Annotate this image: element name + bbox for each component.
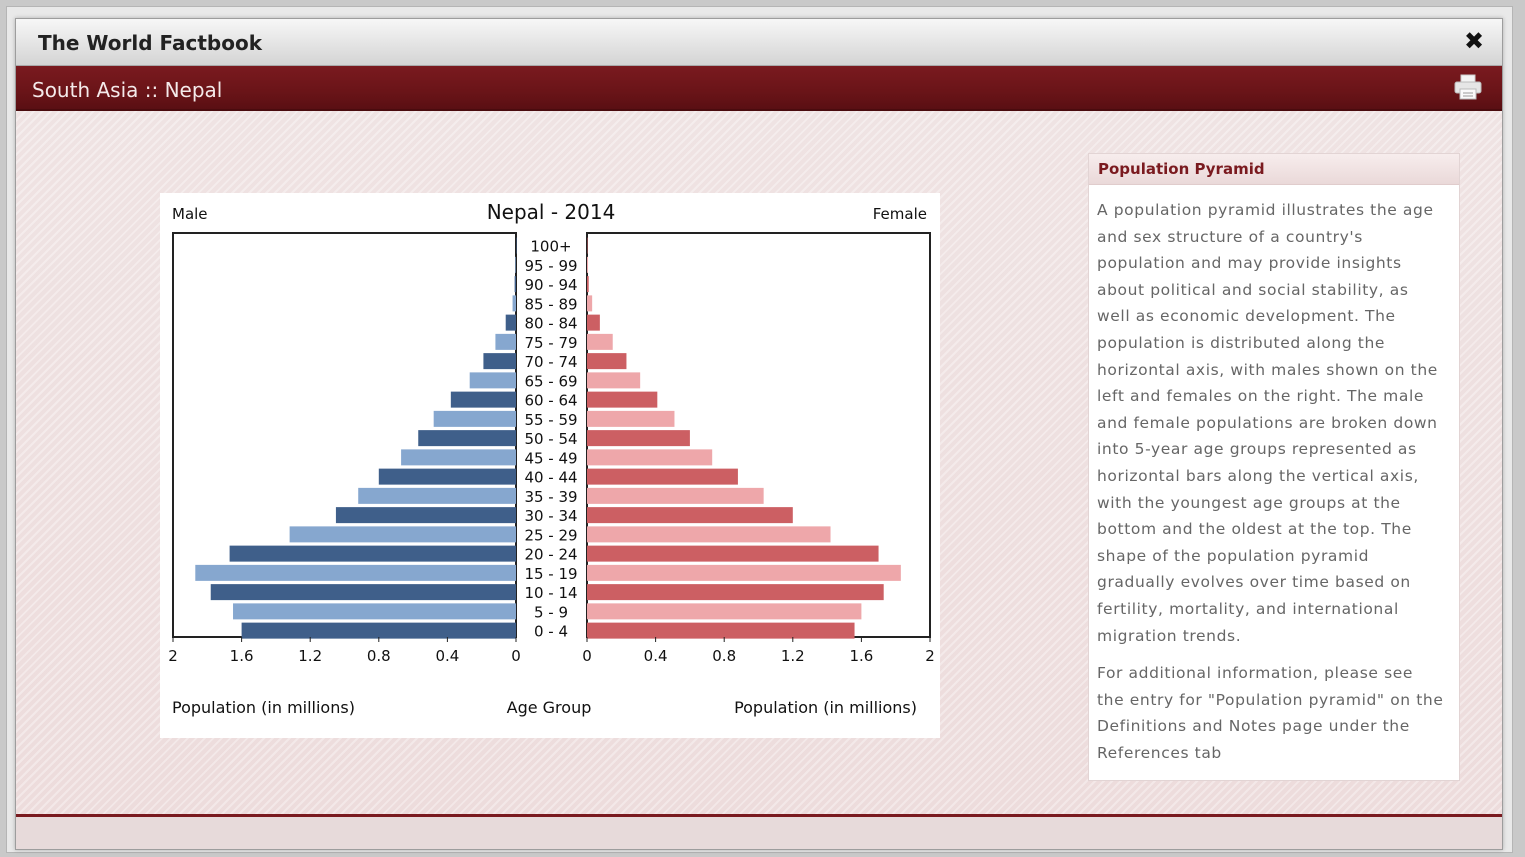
female-bar: [587, 353, 627, 370]
male-bar: [512, 295, 516, 312]
male-bar: [289, 526, 516, 543]
age-group-label: 55 - 59: [524, 411, 577, 429]
x-tick-label-right: 0.4: [644, 647, 668, 665]
age-group-label: 85 - 89: [524, 295, 577, 313]
x-tick-label-left: 1.6: [230, 647, 254, 665]
female-bar: [587, 449, 713, 466]
female-bar: [587, 526, 831, 543]
info-panel-heading: Population Pyramid: [1089, 154, 1459, 185]
male-bar: [210, 584, 517, 601]
male-bar: [233, 603, 516, 620]
female-bar: [587, 584, 884, 601]
window-titlebar: The World Factbook ✖: [16, 19, 1502, 66]
age-group-label: 5 - 9: [534, 603, 568, 621]
female-label: Female: [873, 205, 927, 223]
age-group-label: 80 - 84: [524, 315, 577, 333]
male-bar: [378, 468, 516, 485]
x-axis-label-center: Age Group: [507, 698, 592, 717]
x-tick-label-left: 0.8: [367, 647, 391, 665]
age-group-label: 90 - 94: [524, 276, 577, 294]
age-group-label: 15 - 19: [524, 565, 577, 583]
chart-title: Nepal - 2014: [487, 200, 616, 224]
female-bar: [587, 314, 600, 331]
x-tick-label-left: 0.4: [435, 647, 459, 665]
female-bar: [587, 468, 738, 485]
male-bar: [229, 545, 516, 562]
female-bar: [587, 237, 588, 254]
x-axis-label-left: Population (in millions): [172, 698, 355, 717]
age-group-label: 50 - 54: [524, 430, 577, 448]
female-bar: [587, 256, 589, 273]
female-bar: [587, 391, 658, 408]
printer-icon[interactable]: [1454, 74, 1482, 100]
age-group-label: 35 - 39: [524, 488, 577, 506]
age-group-label: 20 - 24: [524, 546, 577, 564]
male-bar: [505, 314, 516, 331]
female-bar: [587, 372, 641, 389]
female-bar: [587, 333, 613, 350]
male-bar: [358, 487, 516, 504]
age-group-label: 40 - 44: [524, 469, 577, 487]
female-bar: [587, 603, 862, 620]
male-bar: [483, 353, 516, 370]
info-paragraph-1: A population pyramid illustrates the age…: [1097, 201, 1438, 645]
female-bar: [587, 564, 901, 581]
female-bar: [587, 276, 589, 293]
close-icon[interactable]: ✖: [1462, 29, 1486, 53]
x-axis-label-right: Population (in millions): [734, 698, 917, 717]
x-tick-label-left: 2: [168, 647, 178, 665]
x-tick-label-left: 0: [511, 647, 521, 665]
age-group-label: 30 - 34: [524, 507, 577, 525]
male-label: Male: [172, 205, 208, 223]
male-bar: [401, 449, 516, 466]
age-group-label: 75 - 79: [524, 334, 577, 352]
male-bar: [335, 507, 516, 524]
male-bar: [514, 276, 516, 293]
age-group-label: 65 - 69: [524, 372, 577, 390]
age-group-label: 0 - 4: [534, 623, 568, 641]
x-tick-label-left: 1.2: [298, 647, 322, 665]
x-tick-label-right: 1.2: [781, 647, 805, 665]
female-bar: [587, 507, 793, 524]
bottom-bar: [16, 814, 1502, 849]
x-tick-label-right: 0: [582, 647, 592, 665]
male-bar: [495, 333, 516, 350]
male-bar: [515, 256, 516, 273]
x-tick-label-right: 0.8: [712, 647, 736, 665]
age-group-label: 10 - 14: [524, 584, 577, 602]
age-group-label: 70 - 74: [524, 353, 577, 371]
x-tick-label-right: 2: [925, 647, 935, 665]
female-bar: [587, 622, 855, 639]
content-area: Nepal - 2014 Male Female 100+ 95 - 99 90 -…: [16, 111, 1502, 816]
age-group-label: 25 - 29: [524, 526, 577, 544]
info-paragraph-2: For additional information, please see t…: [1097, 664, 1444, 762]
age-group-label: 100+: [530, 238, 571, 256]
info-panel: Population Pyramid A population pyramid …: [1088, 153, 1460, 781]
x-tick-label-right: 1.6: [849, 647, 873, 665]
male-bar: [195, 564, 517, 581]
male-bar: [516, 237, 517, 254]
male-bar: [469, 372, 516, 389]
window-title: The World Factbook: [38, 31, 262, 55]
info-panel-body: A population pyramid illustrates the age…: [1089, 185, 1459, 766]
age-group-label: 60 - 64: [524, 392, 577, 410]
population-pyramid-chart: Nepal - 2014 Male Female 100+ 95 - 99 90 -…: [160, 193, 940, 738]
female-bar: [587, 430, 690, 447]
female-bar: [587, 410, 675, 427]
breadcrumb: South Asia :: Nepal: [32, 78, 223, 102]
male-bar: [433, 410, 516, 427]
female-bar: [587, 487, 764, 504]
female-bar: [587, 295, 593, 312]
age-group-label: 95 - 99: [524, 257, 577, 275]
male-bar: [450, 391, 516, 408]
pyramid-svg: Nepal - 2014 Male Female 100+95 - 9990 -…: [168, 200, 935, 717]
age-group-label: 45 - 49: [524, 449, 577, 467]
female-bar: [587, 545, 879, 562]
factbook-window: The World Factbook ✖ South Asia :: Nepal…: [15, 18, 1503, 850]
male-bar: [418, 430, 516, 447]
breadcrumb-bar: South Asia :: Nepal: [16, 66, 1502, 111]
male-bar: [241, 622, 516, 639]
